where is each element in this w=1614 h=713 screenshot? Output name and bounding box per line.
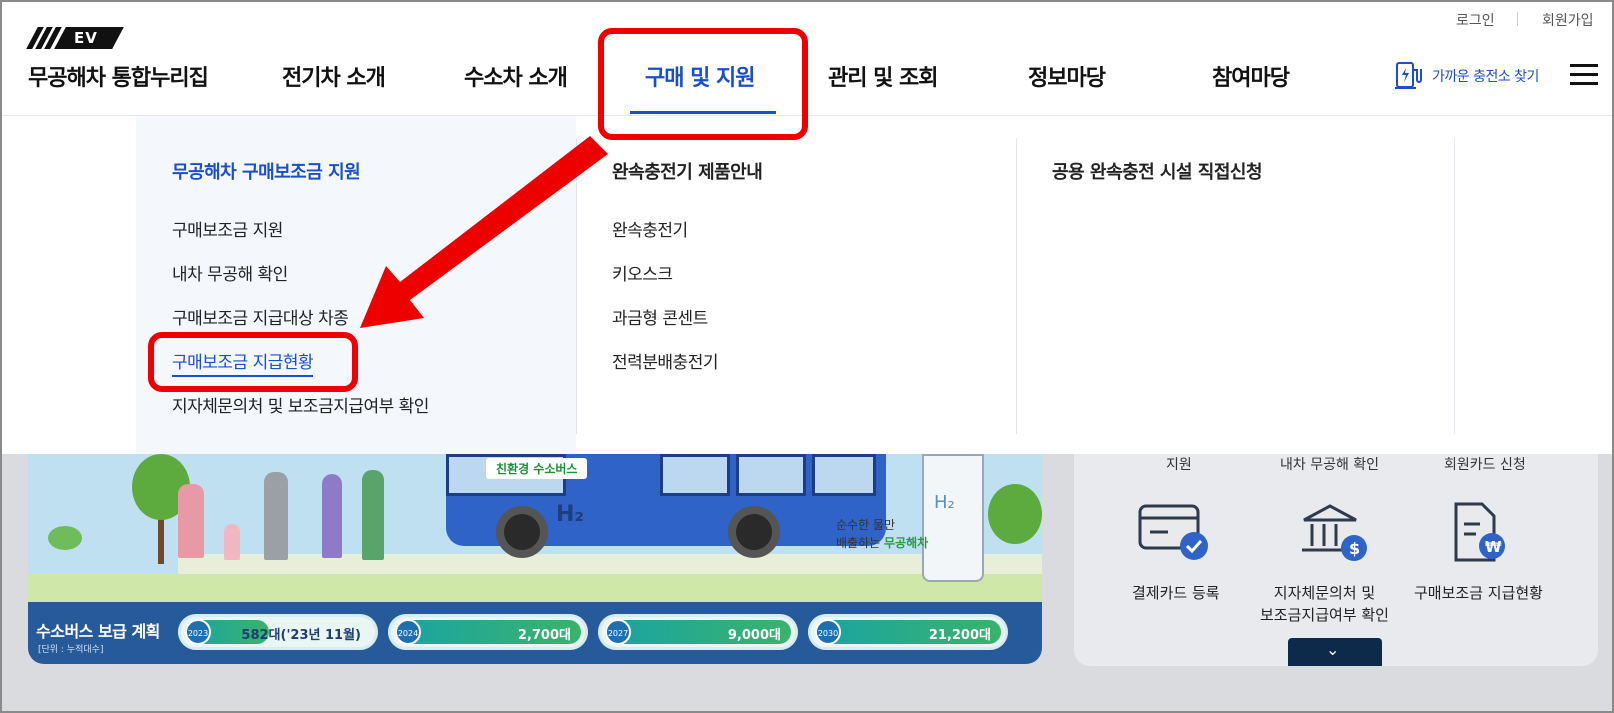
annotation-arrow xyxy=(360,136,608,328)
screenshot-frame: EV 무공해차 통합누리집 로그인 회원가입 전기차 소개 수소차 소개 구매 … xyxy=(0,0,1614,713)
